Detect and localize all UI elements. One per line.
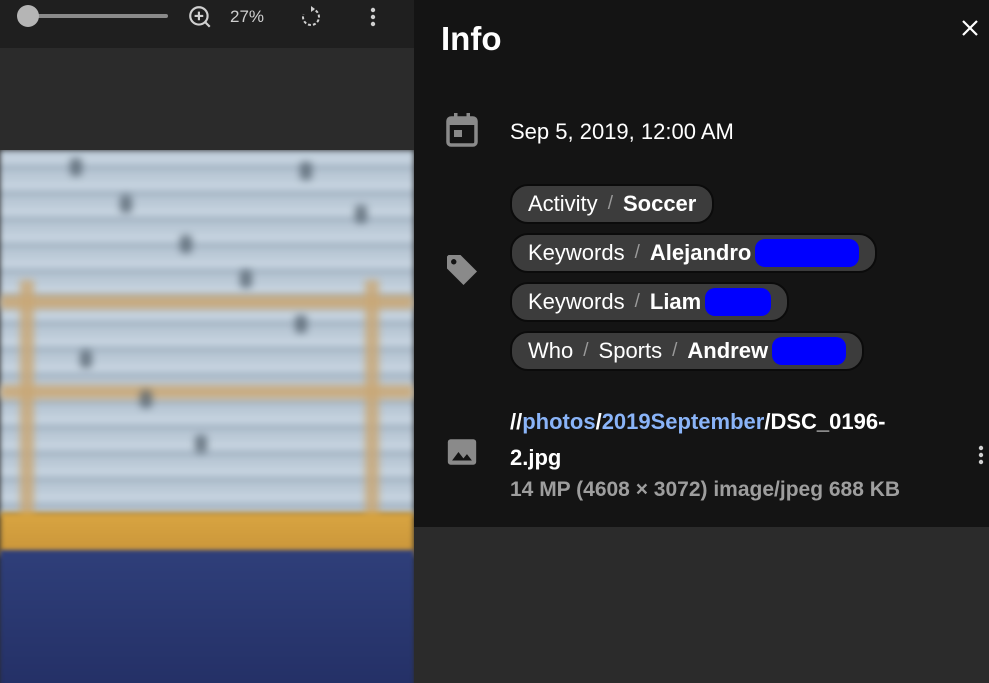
tag-chip-activity[interactable]: Activity / Soccer <box>510 184 715 224</box>
folder-link-photos[interactable]: photos <box>522 409 595 434</box>
tag-chip-who-sports-andrew[interactable]: Who / Sports / Andrew <box>510 331 865 371</box>
photo-image <box>0 150 414 683</box>
photo-date: Sep 5, 2019, 12:00 AM <box>510 119 734 144</box>
file-path: //photos/2019September/DSC_0196-2.jpg <box>510 409 886 470</box>
field <box>0 550 414 683</box>
tag-category: Who <box>528 338 574 363</box>
viewer-toolbar: 27% <box>0 0 414 48</box>
stadium-stands <box>0 150 414 515</box>
image-icon <box>442 432 482 472</box>
railing <box>0 385 414 399</box>
tag-chip-keywords-liam[interactable]: Keywords / Liam <box>510 282 790 322</box>
more-vert-icon[interactable] <box>360 3 386 31</box>
tag-list: Activity / Soccer Keywords / Alejandro K… <box>510 184 878 371</box>
zoom-in-icon[interactable] <box>186 3 214 31</box>
railing <box>0 295 414 309</box>
tag-value: Soccer <box>622 191 697 216</box>
tag-icon <box>442 250 482 290</box>
redaction-mark <box>772 337 847 365</box>
close-icon[interactable] <box>956 14 984 42</box>
info-title: Info <box>441 20 502 57</box>
tag-category: Keywords <box>528 240 625 265</box>
zoom-slider-thumb[interactable] <box>17 5 39 27</box>
tag-category: Activity <box>528 191 598 216</box>
redaction-mark <box>755 239 860 267</box>
file-metadata: 14 MP (4608 × 3072) image/jpeg 688 KB <box>510 478 901 501</box>
zoom-slider-track[interactable] <box>28 14 168 18</box>
tag-category: Keywords <box>528 289 625 314</box>
tag-value: Alejandro <box>649 240 752 265</box>
railing-post <box>20 280 34 520</box>
redaction-mark <box>705 288 772 316</box>
more-vert-icon[interactable] <box>974 440 988 470</box>
railing-post <box>365 280 379 520</box>
tag-subcategory: Sports <box>598 338 663 363</box>
photo-viewer: 27% <box>0 0 414 683</box>
rotate-icon[interactable] <box>297 3 325 31</box>
tag-chip-keywords-alejandro[interactable]: Keywords / Alejandro <box>510 233 878 273</box>
calendar-icon <box>442 110 482 150</box>
zoom-level: 27% <box>230 7 265 26</box>
folder-link-2019september[interactable]: 2019September <box>602 409 765 434</box>
tag-value: Andrew <box>687 338 769 363</box>
info-panel: Info Sep 5, 2019, 12:00 AM Activity / So… <box>414 0 989 527</box>
tag-value: Liam <box>649 289 702 314</box>
